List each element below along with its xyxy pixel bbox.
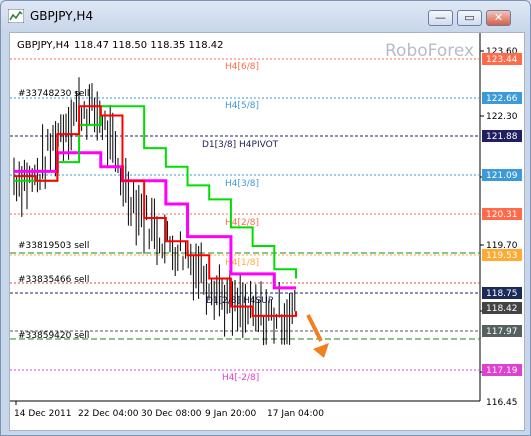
title-bar[interactable]: GBPJPY,H4 — ▭ ✕ [1, 1, 530, 31]
level-label: D1[3/8] H4PIVOT [202, 140, 279, 150]
minimize-button[interactable]: — [428, 10, 453, 26]
ohlc-values: 118.47 118.50 118.35 118.42 [74, 40, 224, 51]
forecast-arrow-icon [306, 314, 329, 358]
price-marker-label: 117.97 [486, 327, 518, 337]
chart-area[interactable]: GBPJPY,H4 118.47 118.50 118.35 118.42 Ro… [9, 32, 525, 431]
price-tick-label: 122.30 [486, 112, 518, 122]
symbol-label: GBPJPY,H4 [17, 40, 70, 51]
level-label: H4[-2/8] [222, 373, 259, 383]
level-label: H4[6/8] [225, 62, 259, 72]
price-chart[interactable]: GBPJPY,H4 118.47 118.50 118.35 118.42 Ro… [10, 33, 524, 430]
chart-icon [8, 9, 24, 23]
price-marker-label: 123.44 [486, 55, 518, 65]
watermark-logo: RoboForex [385, 41, 474, 61]
price-marker-label: 117.19 [486, 366, 518, 376]
price-marker-label: 118.42 [486, 304, 518, 314]
order-label: #33835466 sell [18, 275, 89, 285]
time-label: 17 Jan 04:00 [267, 409, 324, 419]
price-marker-label: 121.09 [486, 171, 518, 181]
price-axis: 123.60122.30121.09119.70118.40117.19116.… [480, 47, 522, 408]
price-marker-label: 122.66 [486, 94, 518, 104]
order-label: #33859420 sell [18, 331, 89, 341]
level-label: H4[3/8] [225, 179, 259, 189]
maximize-button[interactable]: ▭ [457, 10, 482, 26]
chart-window: GBPJPY,H4 — ▭ ✕ GBPJPY,H4 118.47 118.50 … [0, 0, 531, 436]
price-marker-label: 118.75 [486, 289, 518, 299]
price-marker-label: 119.53 [486, 251, 518, 261]
time-label: 22 Dec 04:00 [78, 409, 139, 419]
price-marker-label: 121.88 [486, 132, 518, 142]
order-label: #33819503 sell [18, 241, 89, 251]
price-tick-label: 116.45 [486, 398, 518, 408]
window-title: GBPJPY,H4 [30, 9, 94, 23]
time-label: 14 Dec 2011 [14, 409, 72, 419]
time-label: 9 Jan 20:00 [205, 409, 257, 419]
close-button[interactable]: ✕ [486, 10, 511, 26]
time-label: 30 Dec 08:00 [141, 409, 202, 419]
price-marker-label: 120.31 [486, 210, 518, 220]
level-label: H4[5/8] [225, 101, 259, 111]
